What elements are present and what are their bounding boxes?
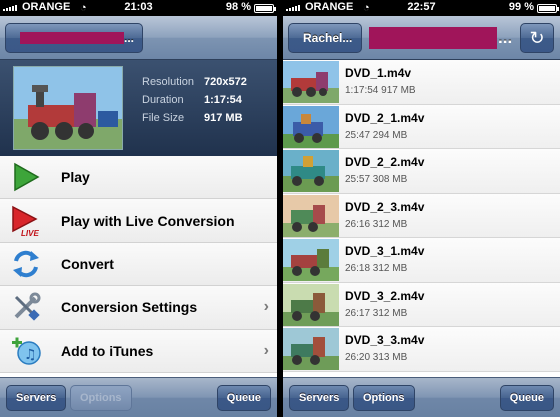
chevron-right-icon: › [263, 298, 269, 316]
resolution-label: Resolution [142, 76, 194, 88]
filesize-value: 917 MB [204, 112, 243, 124]
file-meta: 25:47 294 MB [345, 129, 408, 141]
chevron-right-icon: › [263, 341, 269, 359]
navigation-bar: Rachel... ... ↻ [283, 16, 560, 60]
phone-screen-right: ORANGE ◔ 22:57 99 % Rachel... ... ↻ DVD_… [283, 0, 560, 417]
redacted-label [20, 32, 124, 44]
queue-button[interactable]: Queue [499, 385, 554, 411]
file-meta: 25:57 308 MB [345, 174, 408, 185]
add-to-itunes-action[interactable]: ♫ Add to iTunes › [0, 329, 277, 373]
file-row[interactable]: DVD_3_2.m4v 26:17 312 MB [283, 282, 560, 327]
servers-button[interactable]: Servers [6, 385, 67, 411]
play-icon [10, 161, 42, 193]
file-row[interactable]: DVD_2_2.m4v 25:57 308 MB [283, 149, 560, 194]
video-info-panel: Resolution 720x572 Duration 1:17:54 File S… [0, 60, 277, 156]
svg-text:♫: ♫ [24, 347, 37, 363]
file-list: DVD_1.m4v 1:17:54 917 MB DVD_2_1.m4v 25:… [283, 60, 560, 377]
battery-percent: 98 % [225, 1, 251, 13]
play-live-icon: LIVE [10, 205, 42, 237]
file-name: DVD_3_3.m4v [345, 333, 425, 347]
action-label: Conversion Settings [61, 299, 198, 316]
play-live-action[interactable]: LIVE Play with Live Conversion [0, 199, 277, 243]
phone-screen-left: ORANGE ◔ 21:03 98 % ... Resolution720x5 [0, 0, 277, 417]
file-name: DVD_2_3.m4v [345, 199, 425, 214]
add-itunes-icon: ♫ [10, 335, 42, 367]
action-label: Play [61, 169, 90, 186]
battery-icon [254, 4, 276, 13]
refresh-button[interactable]: ↻ [520, 23, 554, 53]
battery-icon [537, 4, 559, 13]
video-thumbnail [13, 66, 123, 150]
options-button[interactable]: Options [70, 385, 132, 411]
servers-button[interactable]: Servers [289, 385, 350, 411]
file-thumbnail [283, 328, 339, 370]
file-row[interactable]: DVD_2_3.m4v 26:16 312 MB [283, 193, 560, 238]
live-badge: LIVE [21, 229, 39, 237]
refresh-icon: ↻ [529, 27, 545, 48]
nav-title-ellipsis: ... [498, 28, 513, 47]
tools-icon [10, 291, 42, 323]
navigation-bar: ... [0, 16, 277, 60]
status-bar: ORANGE ◔ 21:03 98 % [0, 0, 277, 16]
options-button[interactable]: Options [353, 385, 415, 411]
bottom-toolbar: Servers Options Queue [0, 377, 277, 417]
filesize-label: File Size [142, 112, 185, 124]
file-thumbnail [283, 283, 339, 326]
action-label: Add to iTunes [61, 342, 154, 359]
queue-button[interactable]: Queue [216, 385, 271, 411]
convert-action[interactable]: Convert [0, 242, 277, 287]
battery-percent: 99 % [508, 1, 534, 13]
play-action[interactable]: Play [0, 156, 277, 200]
resolution-value: 720x572 [204, 76, 247, 88]
duration-value: 1:17:54 [204, 94, 242, 106]
file-thumbnail [283, 239, 339, 281]
back-button[interactable]: Rachel... [288, 23, 362, 53]
back-button[interactable]: ... [5, 23, 144, 53]
back-button-ellipsis: ... [124, 31, 135, 45]
action-list: Play LIVE Play with Live Conversion Conv… [0, 156, 277, 373]
file-name: DVD_2_2.m4v [345, 155, 425, 169]
file-name: DVD_1.m4v [345, 66, 412, 80]
file-row[interactable]: DVD_3_3.m4v 26:20 313 MB [283, 327, 560, 372]
file-meta: 26:17 312 MB [345, 307, 408, 319]
action-label: Play with Live Conversion [61, 212, 235, 229]
file-thumbnail [283, 105, 339, 148]
convert-icon [10, 248, 42, 280]
file-row[interactable]: DVD_3_1.m4v 26:18 312 MB [283, 238, 560, 283]
file-thumbnail [283, 150, 339, 192]
file-meta: 26:16 312 MB [345, 218, 408, 230]
file-name: DVD_3_2.m4v [345, 288, 425, 303]
bottom-toolbar: Servers Options Queue [283, 377, 560, 417]
action-label: Convert [61, 255, 114, 272]
file-name: DVD_3_1.m4v [345, 244, 425, 258]
file-meta: 26:20 313 MB [345, 352, 408, 363]
file-row[interactable]: DVD_1.m4v 1:17:54 917 MB [283, 60, 560, 105]
duration-label: Duration [142, 94, 184, 106]
file-meta: 26:18 312 MB [345, 263, 408, 274]
file-meta: 1:17:54 917 MB [345, 85, 416, 96]
redacted-title [369, 27, 497, 49]
conversion-settings-action[interactable]: Conversion Settings › [0, 286, 277, 330]
file-thumbnail [283, 61, 339, 103]
file-row[interactable]: DVD_2_1.m4v 25:47 294 MB [283, 104, 560, 149]
status-bar: ORANGE ◔ 22:57 99 % [283, 0, 560, 16]
file-thumbnail [283, 194, 339, 237]
file-name: DVD_2_1.m4v [345, 110, 425, 125]
video-metadata: Resolution 720x572 Duration 1:17:54 File S… [142, 73, 247, 127]
